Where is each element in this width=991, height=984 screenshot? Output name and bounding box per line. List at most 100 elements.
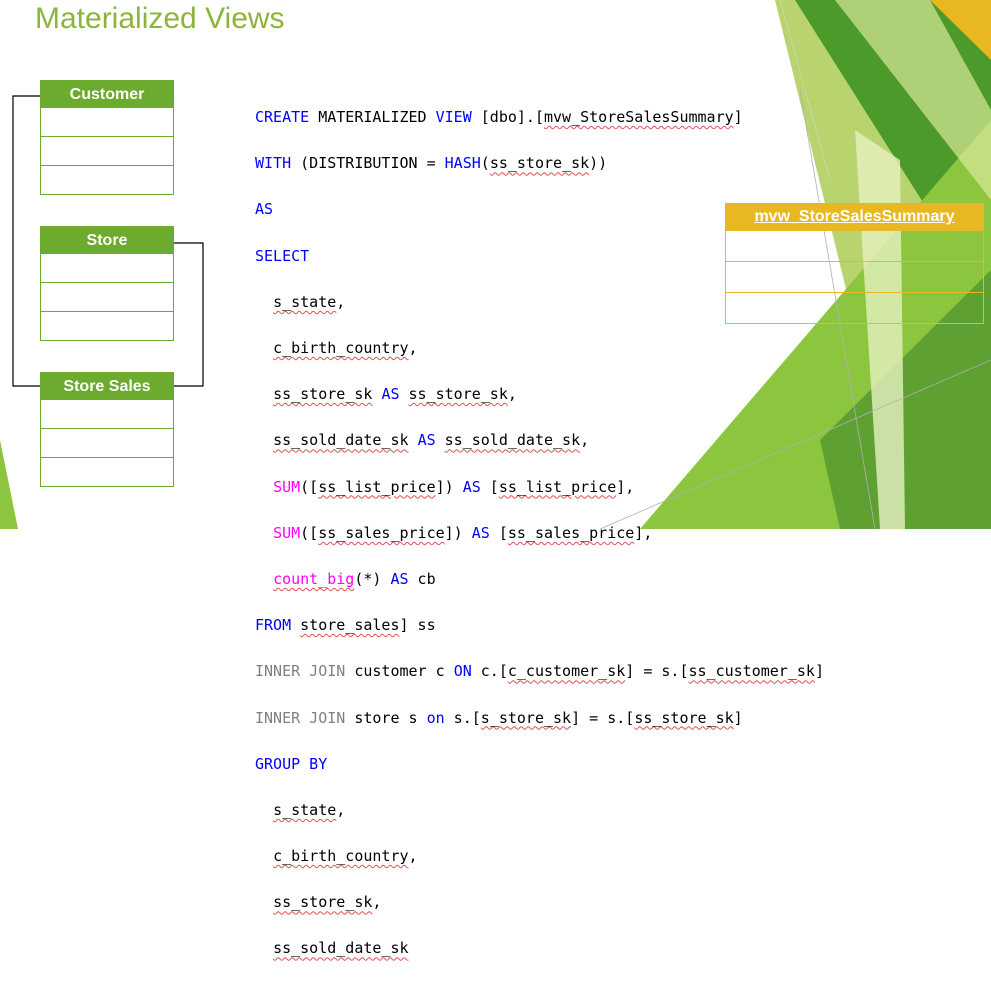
code-token: s_state: [273, 292, 337, 311]
code-token: AS: [381, 385, 400, 404]
code-line: c_birth_country,: [255, 337, 824, 360]
table-row: [40, 458, 174, 487]
code-line: WITH (DISTRIBUTION = HASH(ss_store_sk)): [255, 152, 824, 175]
table-row: [40, 312, 174, 341]
code-line: s_state,: [255, 291, 824, 314]
code-token: count_big: [273, 569, 355, 588]
code-token: GROUP BY: [255, 754, 328, 773]
table-row: [40, 283, 174, 312]
code-token: s_state: [273, 800, 337, 819]
table-row: [40, 254, 174, 283]
code-token: ss_customer_sk: [688, 662, 815, 681]
code-token: ss_store_sk: [489, 154, 590, 173]
code-token: SUM: [273, 477, 301, 496]
code-token: ss_store_sk: [273, 385, 373, 404]
code-token: ,: [507, 385, 517, 404]
code-line: count_big(*) AS cb: [255, 568, 824, 591]
code-token: ss_store_sk: [273, 893, 373, 912]
table-row: [40, 429, 174, 458]
code-line: ss_store_sk,: [255, 891, 824, 914]
code-token: ,: [408, 847, 418, 866]
code-token: customer c: [345, 662, 454, 681]
code-token: ,: [372, 893, 382, 912]
code-token: ,: [408, 339, 418, 358]
connector-customer-store-sales: [12, 95, 40, 387]
code-line: SUM([ss_list_price]) AS [ss_list_price],: [255, 476, 824, 499]
code-token: ss_store_sk: [408, 385, 508, 404]
code-line: GROUP BY: [255, 753, 824, 776]
code-token: store_sales: [300, 616, 400, 635]
code-token: AS: [417, 431, 436, 450]
table-row: [40, 166, 174, 195]
code-token: FROM: [255, 616, 292, 635]
table-row: [40, 400, 174, 429]
code-token: ] = s.[: [571, 708, 635, 727]
code-line: SUM([ss_sales_price]) AS [ss_sales_price…: [255, 522, 824, 545]
code-line: SELECT: [255, 245, 824, 268]
code-token: ]): [435, 477, 463, 496]
code-token: INNER JOIN: [255, 708, 346, 727]
table-header: Store Sales: [40, 372, 174, 400]
code-token: ss_sales_price: [318, 523, 445, 542]
code-token: SELECT: [255, 246, 310, 265]
table-row: [40, 137, 174, 166]
code-line: FROM store_sales] ss: [255, 614, 824, 637]
table-customer: Customer: [40, 80, 174, 195]
code-token: (: [480, 154, 490, 173]
code-token: ] = s.[: [625, 662, 689, 681]
code-token: ON: [453, 662, 472, 681]
code-line: ss_sold_date_sk: [255, 937, 824, 960]
table-store-sales: Store Sales: [40, 372, 174, 487]
code-token: ],: [634, 523, 653, 542]
code-token: ([: [300, 523, 319, 542]
code-token: AS: [390, 569, 409, 588]
code-line: INNER JOIN store s on s.[s_store_sk] = s…: [255, 707, 824, 730]
code-token: on: [426, 708, 445, 727]
code-token: s_store_sk: [480, 708, 572, 727]
code-token: ]: [814, 662, 824, 681]
code-token: mvw_StoreSalesSummary: [544, 108, 734, 127]
table-header: Customer: [40, 80, 174, 108]
code-token: (*): [354, 569, 391, 588]
code-token: ss_sold_date_sk: [444, 431, 581, 450]
code-token: INNER JOIN: [255, 662, 346, 681]
deco-stripe: [0, 440, 18, 529]
code-line: INNER JOIN customer c ON c.[c_customer_s…: [255, 660, 824, 683]
code-token: ,: [336, 800, 346, 819]
code-token: AS: [471, 523, 490, 542]
page-title: Materialized Views: [35, 2, 285, 35]
code-token: c.[: [471, 662, 508, 681]
code-token: SUM: [273, 523, 301, 542]
code-token: ss_store_sk: [634, 708, 734, 727]
code-token: ],: [616, 477, 635, 496]
code-token: store s: [345, 708, 427, 727]
code-token: AS: [255, 200, 274, 219]
code-line: c_birth_country,: [255, 845, 824, 868]
code-token: ]): [444, 523, 472, 542]
sql-code-block: CREATE MATERIALIZED VIEW [dbo].[mvw_Stor…: [255, 83, 824, 984]
code-token: AS: [462, 477, 481, 496]
code-token: ss_sold_date_sk: [273, 431, 409, 450]
table-header: Store: [40, 226, 174, 254]
code-token: VIEW: [435, 108, 472, 127]
code-token: ,: [580, 431, 590, 450]
code-token: HASH: [444, 154, 481, 173]
code-token: s.[: [444, 708, 481, 727]
code-token: WITH: [255, 154, 292, 173]
code-token: ss_sales_price: [507, 523, 635, 542]
code-token: [dbo].[: [471, 108, 544, 127]
code-token: c_birth_country: [273, 339, 409, 358]
code-token: [: [480, 477, 499, 496]
code-token: c_birth_country: [273, 847, 409, 866]
code-token: c_customer_sk: [507, 662, 626, 681]
code-token: [: [489, 523, 508, 542]
code-token: )): [589, 154, 608, 173]
